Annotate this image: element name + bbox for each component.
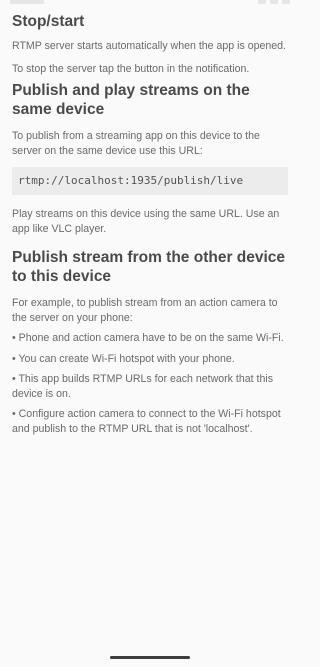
bullet-item-4: • Configure action camera to connect to … bbox=[12, 408, 281, 435]
stop-start-paragraph-2: To stop the server tap the button in the… bbox=[12, 62, 250, 75]
other-device-intro: For example, to publish stream from an a… bbox=[12, 297, 278, 324]
bullet-item-1: • Phone and action camera have to be on … bbox=[12, 332, 284, 344]
status-bar bbox=[0, 0, 300, 8]
status-bar-icons bbox=[258, 0, 290, 4]
bullet-item-2: • You can create Wi-Fi hotspot with your… bbox=[12, 352, 235, 365]
battery-icon bbox=[282, 0, 290, 4]
same-device-outro: Play streams on this device using the sa… bbox=[12, 208, 280, 235]
stop-start-paragraph-1: RTMP server starts automatically when th… bbox=[12, 40, 287, 52]
status-bar-clock bbox=[10, 0, 44, 4]
home-indicator[interactable] bbox=[110, 656, 190, 659]
section-title-other-device: Publish stream from the other device to … bbox=[12, 249, 286, 285]
section-title-stop-start: Stop/start bbox=[12, 13, 85, 30]
signal-icon bbox=[270, 0, 278, 4]
wifi-icon bbox=[258, 0, 266, 4]
section-title-same-device: Publish and play streams on the same dev… bbox=[12, 82, 250, 118]
help-content: Stop/start RTMP server starts automatica… bbox=[12, 12, 288, 436]
same-device-intro: To publish from a streaming app on this … bbox=[12, 130, 260, 157]
bullet-item-3: • This app builds RTMP URLs for each net… bbox=[12, 373, 274, 400]
localhost-url-box[interactable]: rtmp://localhost:1935/publish/live bbox=[12, 167, 288, 195]
